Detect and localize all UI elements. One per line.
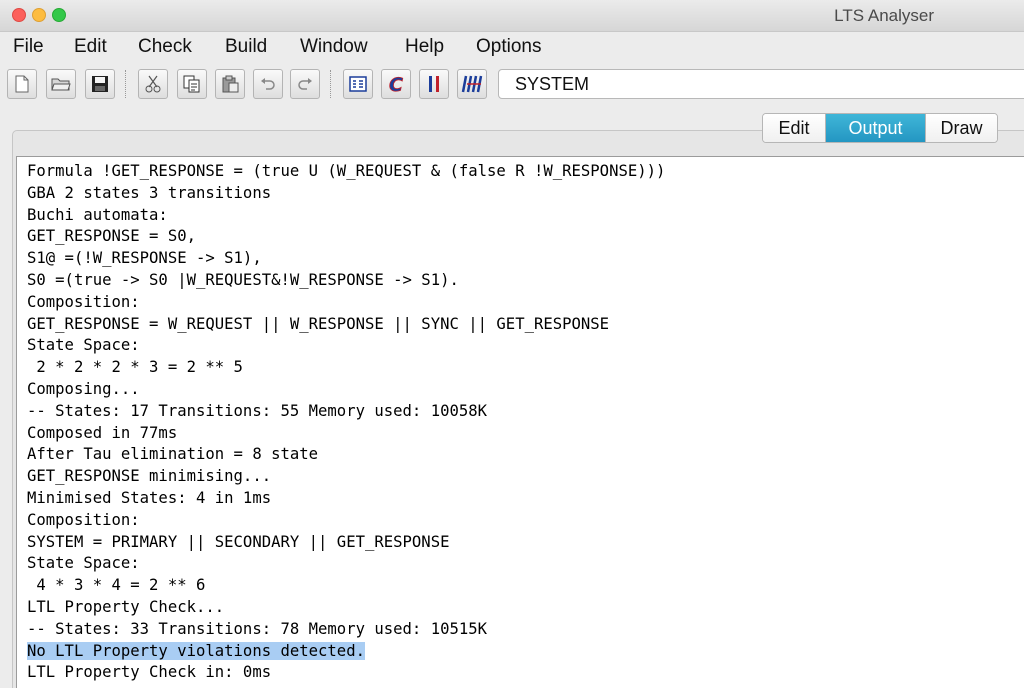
output-line-selected: No LTL Property violations detected. [27, 641, 1024, 663]
output-line-text: Composed in 77ms [27, 423, 178, 442]
output-line-text: LTL Property Check... [27, 597, 225, 616]
copy-button[interactable] [177, 69, 207, 99]
save-button[interactable] [85, 69, 115, 99]
new-file-button[interactable] [7, 69, 37, 99]
open-folder-icon [51, 78, 71, 91]
menu-help[interactable]: Help [405, 36, 444, 58]
maximize-window-button[interactable] [52, 8, 66, 22]
output-line: State Space: [27, 335, 1024, 357]
minimise-icon [461, 75, 483, 93]
tab-output[interactable]: Output [825, 114, 925, 142]
undo-button[interactable] [253, 69, 283, 99]
output-line-text: GET_RESPONSE = W_REQUEST || W_RESPONSE |… [27, 314, 610, 333]
output-line: GET_RESPONSE minimising... [27, 466, 1024, 488]
output-line-text: 2 * 2 * 2 * 3 = 2 ** 5 [27, 358, 243, 377]
output-line-text: -- States: 33 Transitions: 78 Memory use… [27, 619, 488, 638]
view-tabs: Edit Output Draw [762, 113, 998, 143]
check-safety-button[interactable]: C [381, 69, 411, 99]
output-line-text: Minimised States: 4 in 1ms [27, 488, 272, 507]
output-line-text: SYSTEM = PRIMARY || SECONDARY || GET_RES… [27, 532, 450, 551]
output-line: Buchi automata: [27, 205, 1024, 227]
output-line-text: State Space: [27, 554, 140, 573]
output-line-text: GBA 2 states 3 transitions [27, 183, 272, 202]
output-line: -- States: 17 Transitions: 55 Memory use… [27, 401, 1024, 423]
output-line-text: No LTL Property violations detected. [27, 641, 365, 660]
compile-icon [349, 76, 367, 92]
window-title: LTS Analyser [834, 6, 934, 25]
title-bar: LTS Analyser [0, 0, 1024, 32]
output-text-area[interactable]: Formula !GET_RESPONSE = (true U (W_REQUE… [16, 156, 1024, 688]
output-line: SYSTEM = PRIMARY || SECONDARY || GET_RES… [27, 532, 1024, 554]
output-line-text: LTL Property Check in: 0ms [27, 663, 272, 682]
paste-icon [222, 75, 239, 93]
toolbar-separator [330, 70, 332, 98]
parallel-button[interactable] [419, 69, 449, 99]
svg-text:C: C [389, 74, 403, 94]
output-line: LTL Property Check in: 0ms [27, 662, 1024, 684]
menu-bar: File Edit Check Build Window Help Option… [0, 32, 1024, 62]
cut-icon [145, 75, 161, 93]
copy-icon [183, 75, 200, 93]
output-line-text: GET_RESPONSE = S0, [27, 227, 196, 246]
output-line: -- States: 33 Transitions: 78 Memory use… [27, 619, 1024, 641]
open-file-button[interactable] [46, 69, 76, 99]
paste-button[interactable] [215, 69, 245, 99]
target-selector[interactable]: SYSTEM [498, 69, 1024, 99]
output-line-text: Buchi automata: [27, 205, 168, 224]
toolbar-separator [125, 70, 127, 98]
toolbar: C SYSTEM [0, 64, 1024, 104]
menu-file[interactable]: File [13, 36, 44, 58]
menu-window[interactable]: Window [300, 36, 368, 58]
output-line-text: S0 =(true -> S0 |W_REQUEST&!W_RESPONSE -… [27, 270, 459, 289]
output-line: Minimised States: 4 in 1ms [27, 488, 1024, 510]
save-icon [92, 76, 108, 92]
output-line: S1@ =(!W_RESPONSE -> S1), [27, 248, 1024, 270]
output-line: Composition: [27, 292, 1024, 314]
minimise-button[interactable] [457, 69, 487, 99]
menu-check[interactable]: Check [138, 36, 192, 58]
output-line: Composing... [27, 379, 1024, 401]
close-window-button[interactable] [12, 8, 26, 22]
undo-icon [261, 78, 275, 90]
output-line: Composed in 77ms [27, 423, 1024, 445]
output-line: LTL Property Check... [27, 597, 1024, 619]
menu-build[interactable]: Build [225, 36, 267, 58]
output-line-text: Composition: [27, 510, 140, 529]
tab-draw[interactable]: Draw [925, 114, 997, 142]
output-line-text: State Space: [27, 336, 140, 355]
output-line: S0 =(true -> S0 |W_REQUEST&!W_RESPONSE -… [27, 270, 1024, 292]
output-line: GET_RESPONSE = S0, [27, 226, 1024, 248]
menu-options[interactable]: Options [476, 36, 541, 58]
output-line-text: Formula !GET_RESPONSE = (true U (W_REQUE… [27, 162, 666, 180]
menu-edit[interactable]: Edit [74, 36, 107, 58]
output-line-text: Composing... [27, 379, 140, 398]
output-line-text: 4 * 3 * 4 = 2 ** 6 [27, 576, 206, 595]
cut-button[interactable] [138, 69, 168, 99]
output-line-text: S1@ =(!W_RESPONSE -> S1), [27, 249, 262, 268]
output-line: Formula !GET_RESPONSE = (true U (W_REQUE… [27, 161, 1024, 183]
output-line: GET_RESPONSE = W_REQUEST || W_RESPONSE |… [27, 314, 1024, 336]
parallel-icon [429, 76, 439, 92]
output-line: State Space: [27, 553, 1024, 575]
output-line-text: -- States: 17 Transitions: 55 Memory use… [27, 401, 488, 420]
tab-edit[interactable]: Edit [763, 114, 825, 142]
output-line-text: After Tau elimination = 8 state [27, 445, 319, 464]
output-line: 2 * 2 * 2 * 3 = 2 ** 5 [27, 357, 1024, 379]
redo-button[interactable] [290, 69, 320, 99]
output-line-text: GET_RESPONSE minimising... [27, 467, 272, 486]
new-file-icon [15, 75, 29, 93]
output-line: After Tau elimination = 8 state [27, 444, 1024, 466]
redo-icon [298, 78, 312, 90]
check-safety-icon: C [389, 74, 404, 94]
output-line: Composition: [27, 510, 1024, 532]
output-line: GBA 2 states 3 transitions [27, 183, 1024, 205]
minimize-window-button[interactable] [32, 8, 46, 22]
compile-button[interactable] [343, 69, 373, 99]
output-line-text: Composition: [27, 292, 140, 311]
output-line: 4 * 3 * 4 = 2 ** 6 [27, 575, 1024, 597]
